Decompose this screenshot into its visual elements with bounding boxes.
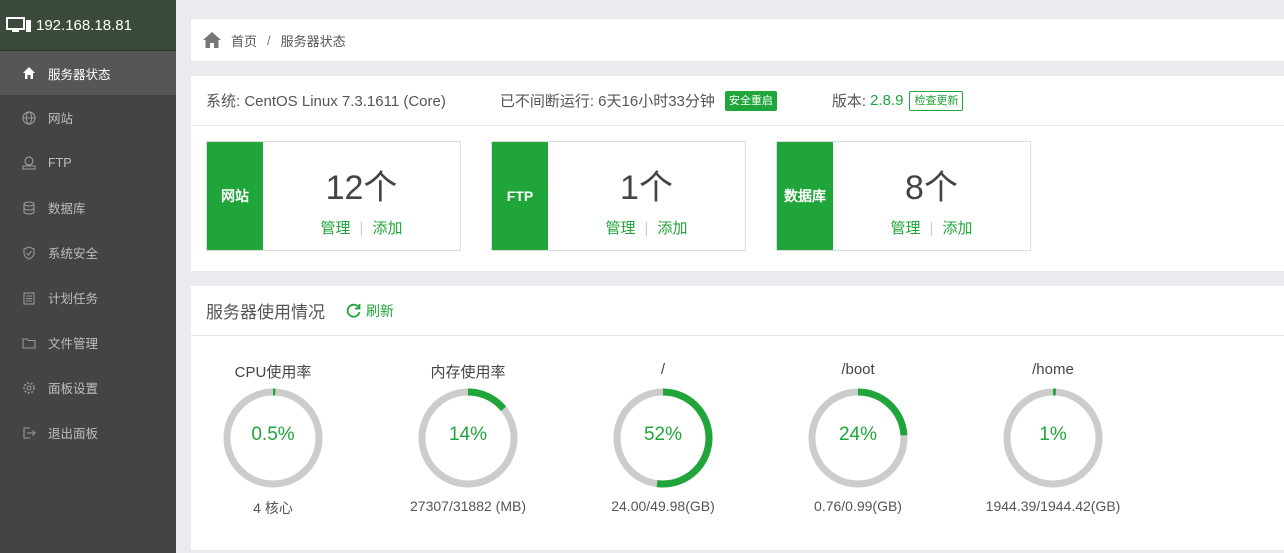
gauge-percent: 52% bbox=[643, 424, 683, 445]
manage-link[interactable]: 管理 bbox=[606, 220, 636, 237]
sidebar-item-label: 退出面板 bbox=[48, 427, 99, 441]
calendar-icon bbox=[22, 291, 36, 305]
card-actions: 管理 | 添加 bbox=[548, 217, 745, 238]
check-update-button[interactable]: 检查更新 bbox=[909, 90, 964, 111]
usage-header: 服务器使用情况 刷新 bbox=[191, 286, 1284, 336]
card-actions: 管理 | 添加 bbox=[833, 217, 1030, 238]
breadcrumb-separator: / bbox=[267, 32, 271, 48]
sidebar-item-files[interactable]: 文件管理 bbox=[0, 320, 176, 365]
sidebar-header: 192.168.18.81 bbox=[0, 0, 176, 51]
gauge-percent: 1% bbox=[1039, 424, 1067, 445]
gauge-label: /boot bbox=[841, 361, 875, 378]
gauge-root-disk: / 52% 24.00/49.98(GB) bbox=[583, 361, 743, 514]
os-info: 系统: CentOS Linux 7.3.1611 (Core) bbox=[206, 93, 446, 110]
globe-icon bbox=[22, 110, 36, 125]
gauge-detail: 4 核心 bbox=[253, 500, 293, 516]
sidebar-item-crontab[interactable]: 计划任务 bbox=[0, 275, 176, 320]
sidebar-item-label: 面板设置 bbox=[48, 382, 99, 396]
breadcrumb: 首页 / 服务器状态 bbox=[191, 19, 1284, 61]
divider: | bbox=[359, 220, 364, 237]
server-ip: 192.168.18.81 bbox=[36, 16, 132, 34]
database-card: 数据库 8个 管理 | 添加 bbox=[776, 141, 1031, 251]
system-overview-panel: 系统: CentOS Linux 7.3.1611 (Core) 已不间断运行:… bbox=[191, 76, 1284, 271]
card-actions: 管理 | 添加 bbox=[263, 217, 460, 238]
system-info-bar: 系统: CentOS Linux 7.3.1611 (Core) 已不间断运行:… bbox=[191, 76, 1284, 126]
gauge-detail: 24.00/49.98(GB) bbox=[611, 498, 715, 514]
card-tag: FTP bbox=[492, 142, 548, 250]
sidebar-item-ftp[interactable]: FTP bbox=[0, 140, 176, 185]
gauge-percent: 14% bbox=[448, 424, 488, 445]
add-link[interactable]: 添加 bbox=[372, 220, 402, 237]
divider: | bbox=[929, 220, 934, 237]
card-tag: 网站 bbox=[207, 142, 263, 250]
card-count: 8个 bbox=[905, 169, 958, 207]
version-number: 2.8.9 bbox=[870, 92, 904, 109]
gauge-detail: 1944.39/1944.42(GB) bbox=[985, 498, 1121, 514]
folder-icon bbox=[22, 336, 36, 350]
sidebar-item-label: 系统安全 bbox=[48, 247, 99, 261]
gauge-memory: 内存使用率 14% 27307/31882 (MB) bbox=[388, 361, 548, 514]
breadcrumb-home-link[interactable]: 首页 bbox=[231, 31, 257, 50]
add-link[interactable]: 添加 bbox=[657, 220, 687, 237]
uptime-info: 已不间断运行: 6天16小时33分钟 bbox=[499, 93, 715, 110]
sidebar-item-website[interactable]: 网站 bbox=[0, 95, 176, 140]
gauge-label: CPU使用率 bbox=[234, 364, 312, 381]
refresh-icon bbox=[346, 303, 361, 318]
gauge-cpu: CPU使用率 0.5% 4 核心 bbox=[193, 361, 353, 518]
gauge-label: / bbox=[660, 361, 666, 378]
gauge-boot-disk: /boot 24% 0.76/0.99(GB) bbox=[778, 361, 938, 514]
manage-link[interactable]: 管理 bbox=[891, 220, 921, 237]
sidebar-item-security[interactable]: 系统安全 bbox=[0, 230, 176, 275]
breadcrumb-current: 服务器状态 bbox=[280, 33, 346, 49]
website-card: 网站 12个 管理 | 添加 bbox=[206, 141, 461, 251]
gauge-label: 内存使用率 bbox=[430, 364, 506, 381]
gauge-percent: 24% bbox=[838, 424, 878, 445]
home-icon bbox=[22, 66, 36, 80]
refresh-label: 刷新 bbox=[366, 302, 394, 319]
gauge-percent: 0.5% bbox=[251, 424, 295, 445]
card-tag: 数据库 bbox=[777, 142, 833, 250]
gauge-detail: 27307/31882 (MB) bbox=[410, 498, 526, 514]
sidebar-item-label: 服务器状态 bbox=[48, 67, 111, 82]
sidebar-item-label: 数据库 bbox=[48, 202, 86, 216]
card-count: 12个 bbox=[325, 169, 398, 207]
manage-link[interactable]: 管理 bbox=[321, 220, 351, 237]
add-link[interactable]: 添加 bbox=[942, 220, 972, 237]
shield-icon bbox=[22, 245, 36, 260]
gear-icon bbox=[22, 381, 36, 395]
sidebar-item-label: 计划任务 bbox=[48, 292, 99, 306]
sidebar-item-logout[interactable]: 退出面板 bbox=[0, 410, 176, 455]
usage-title: 服务器使用情况 bbox=[206, 303, 325, 322]
sidebar-item-database[interactable]: 数据库 bbox=[0, 185, 176, 230]
database-icon bbox=[22, 200, 36, 215]
sidebar: 192.168.18.81 服务器状态 网站 FTP 数据库 系统安全 计划任务… bbox=[0, 0, 176, 553]
sidebar-item-server-status[interactable]: 服务器状态 bbox=[0, 51, 176, 95]
sidebar-item-label: 文件管理 bbox=[48, 337, 99, 351]
sidebar-item-label: FTP bbox=[48, 155, 72, 170]
sidebar-item-label: 网站 bbox=[48, 112, 74, 126]
ftp-icon bbox=[22, 155, 36, 170]
gauge-label: /home bbox=[1032, 361, 1074, 378]
ftp-card: FTP 1个 管理 | 添加 bbox=[491, 141, 746, 251]
refresh-button[interactable]: 刷新 bbox=[345, 301, 394, 321]
safe-restart-button[interactable]: 安全重启 bbox=[724, 90, 777, 111]
divider: | bbox=[644, 220, 649, 237]
logout-icon bbox=[22, 426, 36, 440]
version-label: 版本: bbox=[831, 93, 867, 110]
gauge-detail: 0.76/0.99(GB) bbox=[814, 498, 902, 514]
monitor-icon bbox=[6, 17, 31, 32]
home-icon[interactable] bbox=[202, 31, 222, 49]
gauge-home-disk: /home 1% 1944.39/1944.42(GB) bbox=[973, 361, 1133, 514]
usage-panel: 服务器使用情况 刷新 CPU使用率 0.5% 4 核心 内存使用率 14% 27… bbox=[191, 286, 1284, 550]
card-count: 1个 bbox=[620, 169, 673, 207]
sidebar-item-settings[interactable]: 面板设置 bbox=[0, 365, 176, 410]
